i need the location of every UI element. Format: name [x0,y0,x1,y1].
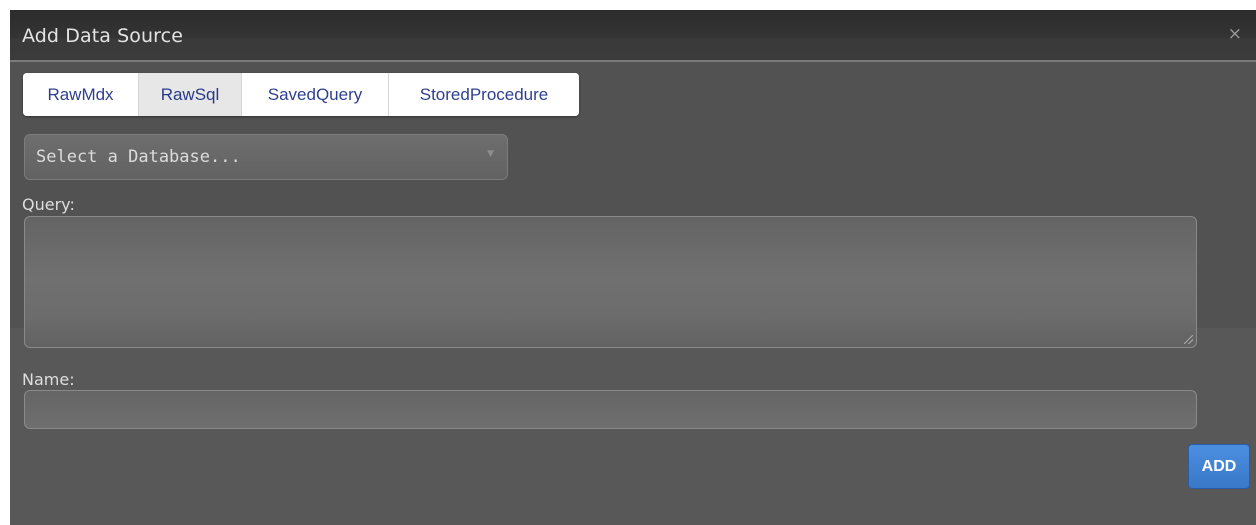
tab-rawmdx[interactable]: RawMdx [23,73,139,116]
dialog-header: Add Data Source × [10,10,1256,62]
name-label: Name: [22,370,75,389]
query-label: Query: [22,195,75,214]
name-input[interactable] [24,390,1197,429]
add-data-source-dialog: Add Data Source × RawMdx RawSql SavedQue… [10,10,1256,525]
resize-grip-icon[interactable] [1184,335,1193,344]
query-textarea[interactable] [24,216,1197,348]
chevron-down-icon: ▼ [487,149,494,159]
database-select-value: Select a Database... [36,147,241,167]
database-select[interactable]: Select a Database... ▼ [24,134,508,180]
tab-savedquery[interactable]: SavedQuery [242,73,389,116]
add-button[interactable]: ADD [1188,444,1250,489]
tab-rawsql[interactable]: RawSql [139,73,242,116]
dialog-title: Add Data Source [22,25,183,47]
tab-storedprocedure[interactable]: StoredProcedure [389,73,579,116]
query-type-tabs: RawMdx RawSql SavedQuery StoredProcedure [23,73,579,116]
close-icon[interactable]: × [1228,26,1242,43]
